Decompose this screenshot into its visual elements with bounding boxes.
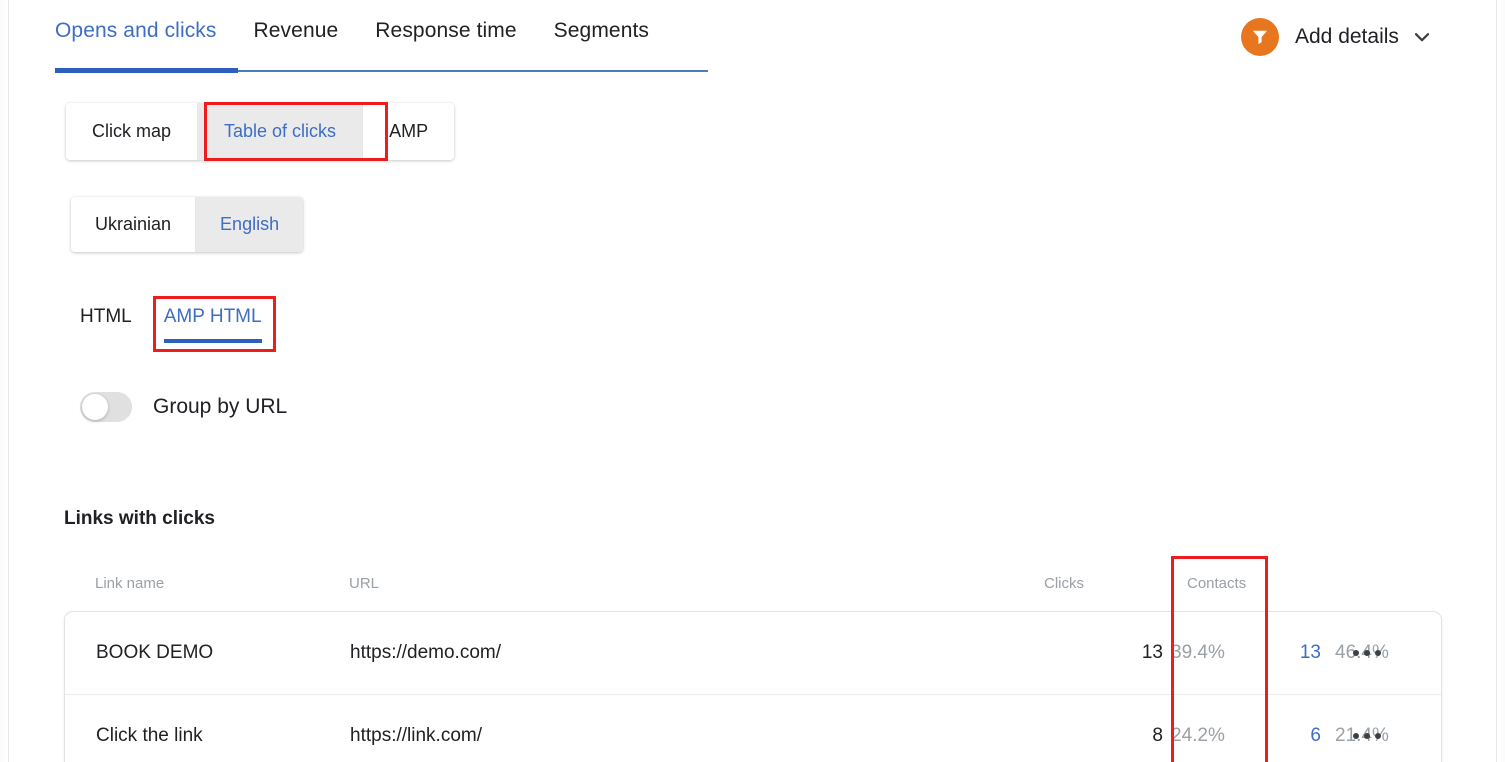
active-tab-underline <box>55 68 238 73</box>
links-section-title: Links with clicks <box>64 508 215 529</box>
tab-opens-and-clicks[interactable]: Opens and clicks <box>55 16 217 43</box>
cell-link-name: BOOK DEMO <box>96 642 214 663</box>
chevron-down-icon <box>1414 32 1429 41</box>
view-option-click-map[interactable]: Click map <box>66 103 198 160</box>
cell-contacts[interactable]: 6 <box>1233 725 1321 747</box>
format-tab-html[interactable]: HTML <box>80 306 132 338</box>
format-tabs: HTML AMP HTML <box>80 306 262 353</box>
group-by-url-label: Group by URL <box>153 395 288 418</box>
format-tab-amp-html-label: AMP HTML <box>163 306 262 327</box>
tab-revenue[interactable]: Revenue <box>254 16 339 43</box>
cell-contacts[interactable]: 13 <box>1233 642 1321 664</box>
group-by-url-toggle[interactable] <box>80 392 132 422</box>
format-tab-amp-html[interactable]: AMP HTML <box>163 306 262 353</box>
language-switch: Ukrainian English <box>71 197 304 252</box>
group-by-url-row: Group by URL <box>80 392 287 422</box>
tab-segments[interactable]: Segments <box>554 16 649 43</box>
format-tab-html-label: HTML <box>80 306 132 327</box>
view-mode-switch: Click map Table of clicks AMP <box>66 103 455 160</box>
cell-clicks: 8 <box>1152 724 1163 746</box>
links-table: BOOK DEMO https://demo.com/ 13 39.4% 13 … <box>64 611 1442 762</box>
cell-url: https://link.com/ <box>350 724 482 746</box>
language-option-english[interactable]: English <box>195 197 304 252</box>
column-header-link-name: Link name <box>95 575 165 592</box>
add-details-button[interactable]: Add details <box>1241 18 1429 56</box>
column-header-url: URL <box>349 575 380 592</box>
format-tab-amp-html-underline <box>163 339 262 343</box>
left-divider <box>8 0 9 762</box>
view-option-amp[interactable]: AMP <box>362 103 455 160</box>
add-details-label: Add details <box>1295 25 1399 48</box>
view-option-table-of-clicks[interactable]: Table of clicks <box>197 103 363 160</box>
right-page-edge <box>1497 0 1505 762</box>
column-header-contacts: Contacts <box>1187 575 1247 592</box>
tab-response-time[interactable]: Response time <box>375 16 516 43</box>
left-page-edge <box>0 0 8 762</box>
analytics-tabs: Opens and clicks Revenue Response time S… <box>55 16 708 62</box>
cell-link-name: Click the link <box>96 724 203 746</box>
funnel-icon <box>1241 18 1279 56</box>
cell-clicks-pct: 39.4% <box>1171 642 1225 663</box>
table-row[interactable]: BOOK DEMO https://demo.com/ 13 39.4% 13 … <box>65 612 1441 694</box>
more-options-icon[interactable] <box>1353 650 1381 656</box>
links-table-column-headers: Link name URL Clicks Contacts <box>64 575 1442 599</box>
page-root: Opens and clicks Revenue Response time S… <box>0 0 1505 762</box>
cell-url: https://demo.com/ <box>350 642 502 663</box>
language-option-ukrainian[interactable]: Ukrainian <box>71 197 196 252</box>
table-row[interactable]: Click the link https://link.com/ 8 24.2%… <box>65 694 1441 762</box>
column-header-clicks: Clicks <box>1044 575 1084 592</box>
more-options-icon[interactable] <box>1353 732 1381 739</box>
toggle-knob <box>82 394 108 420</box>
cell-clicks-pct: 24.2% <box>1171 724 1225 746</box>
cell-clicks: 13 <box>1141 642 1163 663</box>
